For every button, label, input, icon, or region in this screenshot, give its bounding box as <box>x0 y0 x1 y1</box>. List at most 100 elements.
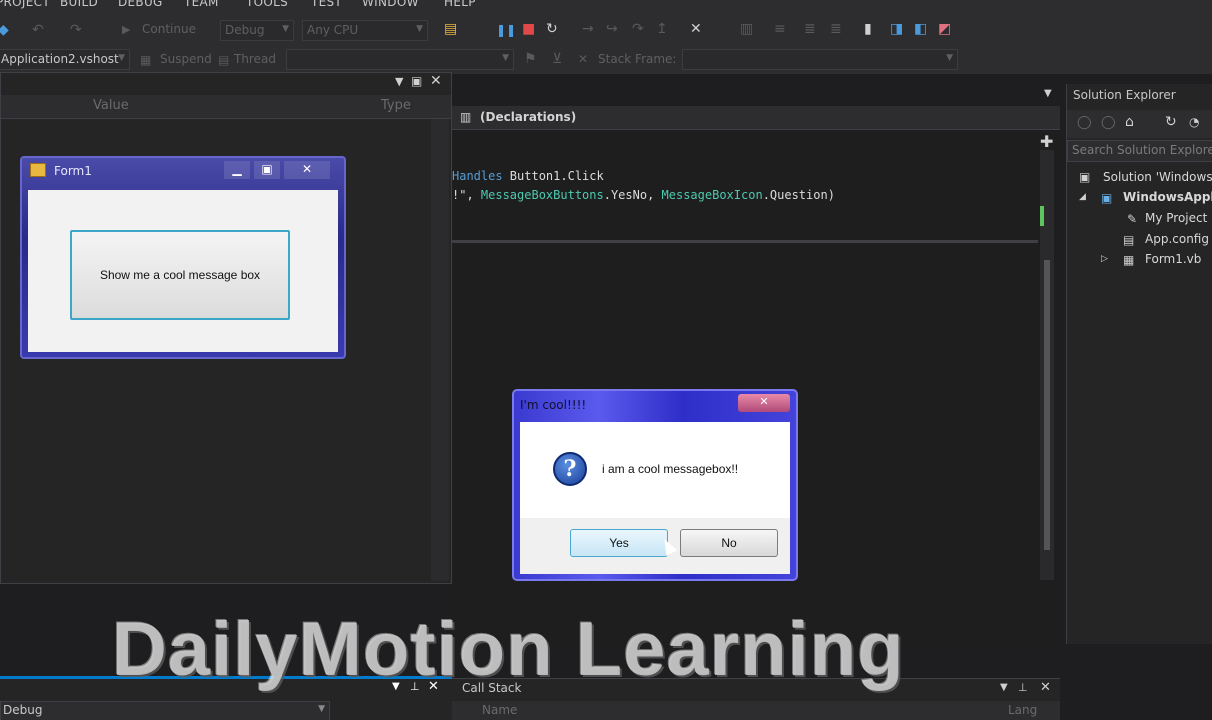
debug-location-toolbar: Application2.vshost ▼ ▦ Suspend ▤ Thread… <box>0 46 1212 74</box>
platform-select[interactable]: Any CPU ▼ <box>302 20 428 41</box>
call-stack-header: Name Lang <box>452 701 1060 720</box>
bottom-left-dropdown-value: Debug <box>3 703 43 717</box>
bookmark-icon[interactable]: ▮ <box>864 21 872 37</box>
suspend-button[interactable]: Suspend <box>160 52 212 66</box>
column-value[interactable]: Value <box>93 98 129 113</box>
uncomment-icon[interactable]: ≣ <box>830 21 842 37</box>
align-icon[interactable]: ≡ <box>774 21 786 37</box>
type-messageboxbuttons: MessageBoxButtons <box>480 188 604 202</box>
menu-window[interactable]: WINDOW <box>362 0 419 9</box>
hex-display-icon[interactable]: ✕ <box>690 21 702 37</box>
collapse-arrow-icon[interactable]: ◢ <box>1079 192 1086 202</box>
editor-splitter[interactable] <box>452 240 1038 243</box>
menu-debug[interactable]: DEBUG <box>118 0 163 9</box>
menu-test[interactable]: TEST <box>311 0 342 9</box>
save-all-icon[interactable]: ◆ <box>0 22 9 38</box>
close-icon[interactable]: ✕ <box>738 394 790 412</box>
home-icon[interactable]: ⌂ <box>1125 114 1134 130</box>
continue-icon[interactable]: ▶ <box>122 22 130 38</box>
stack-frame-icon: ✕ <box>578 52 589 66</box>
attach-icon[interactable]: ▤ <box>444 21 457 37</box>
pending-changes-icon[interactable]: ◔ <box>1189 115 1199 129</box>
filter-icon[interactable]: ⊻ <box>552 51 562 67</box>
flag-icon[interactable]: ⚑ <box>524 51 537 67</box>
column-name[interactable]: Name <box>482 703 517 717</box>
pin-icon[interactable]: ⊥ <box>1018 681 1028 694</box>
keyword-handles: Handles <box>452 169 503 183</box>
undo-icon[interactable]: ↶ <box>32 22 44 38</box>
bottom-left-dropdown[interactable]: Debug ▼ <box>0 701 330 720</box>
step-into-icon[interactable]: ↪ <box>606 21 618 37</box>
solution-explorer-toolbar: ◯ ◯ ⌂ ↻ ◔ <box>1067 110 1212 138</box>
code-text: !", <box>452 188 481 202</box>
editor-dropdown-icon[interactable]: ▼ <box>1044 88 1052 99</box>
menu-build[interactable]: BUILD <box>60 0 98 9</box>
maximize-icon[interactable]: ▣ <box>411 74 422 88</box>
type-messageboxicon: MessageBoxIcon <box>661 188 763 202</box>
column-lang[interactable]: Lang <box>1008 703 1037 717</box>
show-next-statement-icon[interactable]: → <box>582 21 594 37</box>
configuration-select[interactable]: Debug ▼ <box>220 20 294 41</box>
continue-button[interactable]: Continue <box>142 22 196 36</box>
solution-search-input[interactable]: Search Solution Explorer <box>1067 140 1212 162</box>
expand-arrow-icon[interactable]: ▷ <box>1101 254 1108 264</box>
stack-frame-select[interactable]: ▼ <box>682 49 958 70</box>
members-icon: ▥ <box>460 110 472 124</box>
maximize-icon[interactable]: ▣ <box>254 161 280 179</box>
prev-bookmark-icon[interactable]: ◨ <box>890 21 903 37</box>
process-value: Application2.vshost <box>1 52 119 66</box>
step-out-icon[interactable]: ↥ <box>656 21 668 37</box>
tree-item-my-project[interactable]: My Project <box>1145 211 1207 225</box>
member-dropdown-bar[interactable]: ▥ (Declarations) <box>452 106 1060 130</box>
back-icon[interactable]: ◯ <box>1077 115 1092 130</box>
close-icon[interactable]: ✕ <box>430 73 442 89</box>
next-bookmark-icon[interactable]: ◧ <box>914 21 927 37</box>
change-marker <box>1040 206 1044 226</box>
menu-help[interactable]: HELP <box>444 0 476 9</box>
menu-project[interactable]: PROJECT <box>0 0 50 9</box>
pause-icon[interactable]: ❚❚ <box>496 22 516 38</box>
close-icon[interactable]: ✕ <box>1040 680 1051 695</box>
sync-icon[interactable]: ↻ <box>1165 114 1177 130</box>
chevron-down-icon: ▼ <box>118 53 125 63</box>
process-select[interactable]: Application2.vshost ▼ <box>0 49 130 70</box>
show-message-box-button[interactable]: Show me a cool message box <box>70 230 290 320</box>
suspend-icon[interactable]: ▦ <box>140 52 151 68</box>
stop-icon[interactable]: ■ <box>522 21 535 37</box>
menu-team[interactable]: TEAM <box>184 0 219 9</box>
restart-icon[interactable]: ↻ <box>546 21 558 37</box>
close-icon[interactable]: ✕ <box>284 161 330 179</box>
panel-dropdown-icon[interactable]: ▼ <box>395 75 403 88</box>
locals-scrollbar[interactable] <box>431 119 449 581</box>
threads-icon[interactable]: ▥ <box>740 21 753 37</box>
code-line-messagebox: !", MessageBoxButtons.YesNo, MessageBoxI… <box>452 188 835 202</box>
tree-item-solution[interactable]: Solution 'Windows <box>1103 170 1212 184</box>
step-over-icon[interactable]: ↷ <box>632 21 644 37</box>
redo-icon[interactable]: ↷ <box>70 22 82 38</box>
message-box-button-area: Yes No <box>520 518 790 574</box>
clear-bookmarks-icon[interactable]: ◩ <box>938 21 951 37</box>
minimize-icon[interactable]: ▁ <box>224 161 250 179</box>
vb-project-icon: ▣ <box>1101 191 1113 205</box>
chevron-down-icon: ▼ <box>946 53 953 63</box>
forward-icon[interactable]: ◯ <box>1101 115 1116 130</box>
column-type[interactable]: Type <box>381 98 411 113</box>
panel-dropdown-icon[interactable]: ▼ <box>1000 682 1008 693</box>
thread-icon[interactable]: ▤ <box>218 52 229 68</box>
tree-item-form1[interactable]: Form1.vb <box>1145 252 1201 266</box>
split-editor-icon[interactable]: ✚ <box>1040 132 1053 151</box>
yes-button[interactable]: Yes <box>570 529 668 557</box>
no-button[interactable]: No <box>680 529 778 557</box>
declarations-dropdown[interactable]: (Declarations) <box>480 110 576 124</box>
menu-tools[interactable]: TOOLS <box>246 0 288 9</box>
solution-icon: ▣ <box>1079 170 1091 184</box>
scroll-thumb[interactable] <box>1044 260 1050 550</box>
question-icon: ? <box>553 452 587 486</box>
editor-scrollbar[interactable] <box>1040 150 1054 580</box>
tree-item-project[interactable]: WindowsAppl <box>1123 190 1212 204</box>
comment-icon[interactable]: ≣ <box>804 21 816 37</box>
thread-select[interactable]: ▼ <box>286 49 514 70</box>
platform-value: Any CPU <box>307 23 359 37</box>
code-text: Button1.Click <box>502 169 604 183</box>
tree-item-app-config[interactable]: App.config <box>1145 232 1209 246</box>
